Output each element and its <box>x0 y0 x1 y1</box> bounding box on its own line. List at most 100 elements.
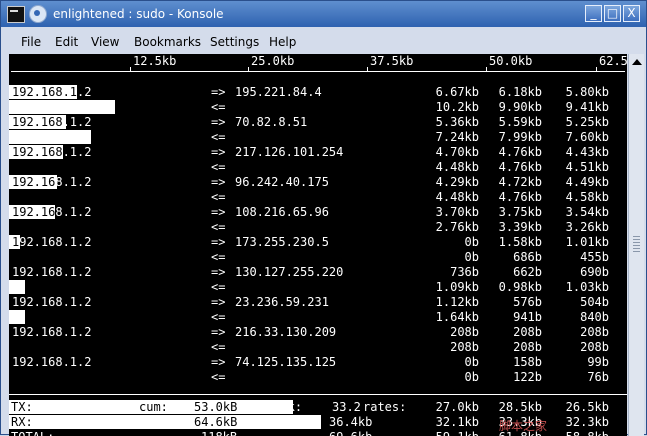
rx-rate: 208b <box>580 340 609 354</box>
arrow-out: => <box>211 115 226 129</box>
remote-address: 217.126.101.254 <box>235 145 344 159</box>
rx-rate: 4.76kb <box>498 190 542 204</box>
tx-rate: 4.49kb <box>565 175 609 189</box>
arrow-in: <= <box>211 220 226 234</box>
rx-rate: 4.48kb <box>435 160 479 174</box>
arrow-out: => <box>211 205 226 219</box>
rates-label: rates: <box>363 400 407 414</box>
tx-rate: 1.12kb <box>435 295 479 309</box>
host-address: 192.168.1.2 <box>12 115 92 129</box>
tx-peak: 33.2 <box>332 400 361 414</box>
remote-address: 130.127.255.220 <box>235 265 344 279</box>
remote-address: 70.82.8.51 <box>235 115 308 129</box>
menu-edit[interactable]: Edit <box>55 35 78 49</box>
tx-rate: 1.01kb <box>565 235 609 249</box>
arrow-out: => <box>211 265 226 279</box>
tx-label: TX: <box>11 400 33 414</box>
tx-rate: 5.80kb <box>565 85 609 99</box>
rx-rate: 1.03kb <box>565 280 609 294</box>
scale-label: 25.0kb <box>251 54 295 68</box>
host-address: 192.168.1.2 <box>12 145 92 159</box>
traffic-bar <box>9 100 115 114</box>
host-address: 192.168.1.2 <box>12 265 92 279</box>
tx-rate: 5.25kb <box>565 115 609 129</box>
arrow-in: <= <box>211 250 226 264</box>
total-rate: 59.1kb <box>419 430 479 436</box>
terminal-icon[interactable] <box>7 6 25 23</box>
scrollbar-grip-icon[interactable] <box>633 236 640 254</box>
arrow-in: <= <box>211 280 226 294</box>
tx-rate: 4.70kb <box>435 145 479 159</box>
tx-rate: 208b <box>450 325 479 339</box>
close-button[interactable]: X <box>623 5 640 22</box>
menu-bookmarks[interactable]: Bookmarks <box>134 35 201 49</box>
tx-rate: 736b <box>450 265 479 279</box>
tx-rate: 208b <box>513 325 542 339</box>
tx-rate: 208b <box>580 325 609 339</box>
tx-rate: 99b <box>587 355 609 369</box>
remote-address: 23.236.59.231 <box>235 295 329 309</box>
arrow-in: <= <box>211 130 226 144</box>
tx-rate: 576b <box>513 295 542 309</box>
rx-rate: 0b <box>464 250 479 264</box>
host-address: 192.168.1.2 <box>12 325 92 339</box>
tx-rate: 3.70kb <box>435 205 479 219</box>
tx-rate: 5.36kb <box>435 115 479 129</box>
tx-rate: 504b <box>580 295 609 309</box>
tx-total-rate: 27.0kb <box>435 400 479 414</box>
rx-rate: 1.64kb <box>435 310 479 324</box>
host-address: 192.168.1.2 <box>12 175 92 189</box>
tx-rate: 662b <box>513 265 542 279</box>
window-menu-icon[interactable] <box>29 5 47 23</box>
rx-rate: 1.09kb <box>435 280 479 294</box>
terminal-output[interactable]: 12.5kb 25.0kb 37.5kb 50.0kb 62.5kb 192.168.1.… <box>9 54 627 436</box>
rx-rate: 4.48kb <box>435 190 479 204</box>
scale-axis <box>11 71 625 72</box>
scale-label: 37.5kb <box>370 54 414 68</box>
rx-rate: 686b <box>513 250 542 264</box>
tx-rate: 5.59kb <box>498 115 542 129</box>
menu-file[interactable]: File <box>21 35 41 49</box>
rx-rate: 3.26kb <box>565 220 609 234</box>
menu-settings[interactable]: Settings <box>210 35 259 49</box>
remote-address: 173.255.230.5 <box>235 235 329 249</box>
scale-tick <box>596 67 597 72</box>
tx-rate: 3.54kb <box>565 205 609 219</box>
title-bar[interactable]: enlightened : sudo - Konsole _ □ X <box>1 1 646 27</box>
rx-rate: 122b <box>513 370 542 384</box>
tx-total-rate: 28.5kb <box>498 400 542 414</box>
vertical-scrollbar[interactable] <box>628 54 644 436</box>
minimize-button[interactable]: _ <box>585 5 602 22</box>
total-peak: 69.6kb <box>329 430 372 436</box>
rx-rate: 208b <box>450 340 479 354</box>
maximize-button[interactable]: □ <box>604 5 621 22</box>
remote-address: 74.125.135.125 <box>235 355 337 369</box>
arrow-out: => <box>211 235 226 249</box>
rx-rate: 840b <box>580 310 609 324</box>
scroll-up-icon[interactable] <box>631 56 642 67</box>
tx-rate: 6.67kb <box>435 85 479 99</box>
scale-tick <box>486 67 487 72</box>
host-address: 192.168.1.2 <box>12 85 92 99</box>
rx-rate: 4.76kb <box>498 160 542 174</box>
arrow-in: <= <box>211 340 226 354</box>
menu-bar: File Edit View Bookmarks Settings Help <box>1 31 646 53</box>
tx-rate: 6.18kb <box>498 85 542 99</box>
arrow-out: => <box>211 295 226 309</box>
tx-rate: 690b <box>580 265 609 279</box>
menu-help[interactable]: Help <box>269 35 296 49</box>
rx-rate: 9.41kb <box>565 100 609 114</box>
remote-address: 96.242.40.175 <box>235 175 329 189</box>
menu-view[interactable]: View <box>91 35 119 49</box>
tx-rate: 0b <box>464 355 479 369</box>
scale-label: 62.5kb <box>599 54 627 68</box>
host-address: 192.168.1.2 <box>12 205 92 219</box>
scale-tick <box>130 67 131 72</box>
remote-address: 108.216.65.96 <box>235 205 329 219</box>
rx-rate: 0b <box>464 370 479 384</box>
scale-tick <box>367 67 368 72</box>
traffic-bar <box>9 310 25 324</box>
rx-total-rate: 32.1kb <box>435 415 479 429</box>
tx-rate: 4.76kb <box>498 145 542 159</box>
summary-separator <box>9 394 627 395</box>
